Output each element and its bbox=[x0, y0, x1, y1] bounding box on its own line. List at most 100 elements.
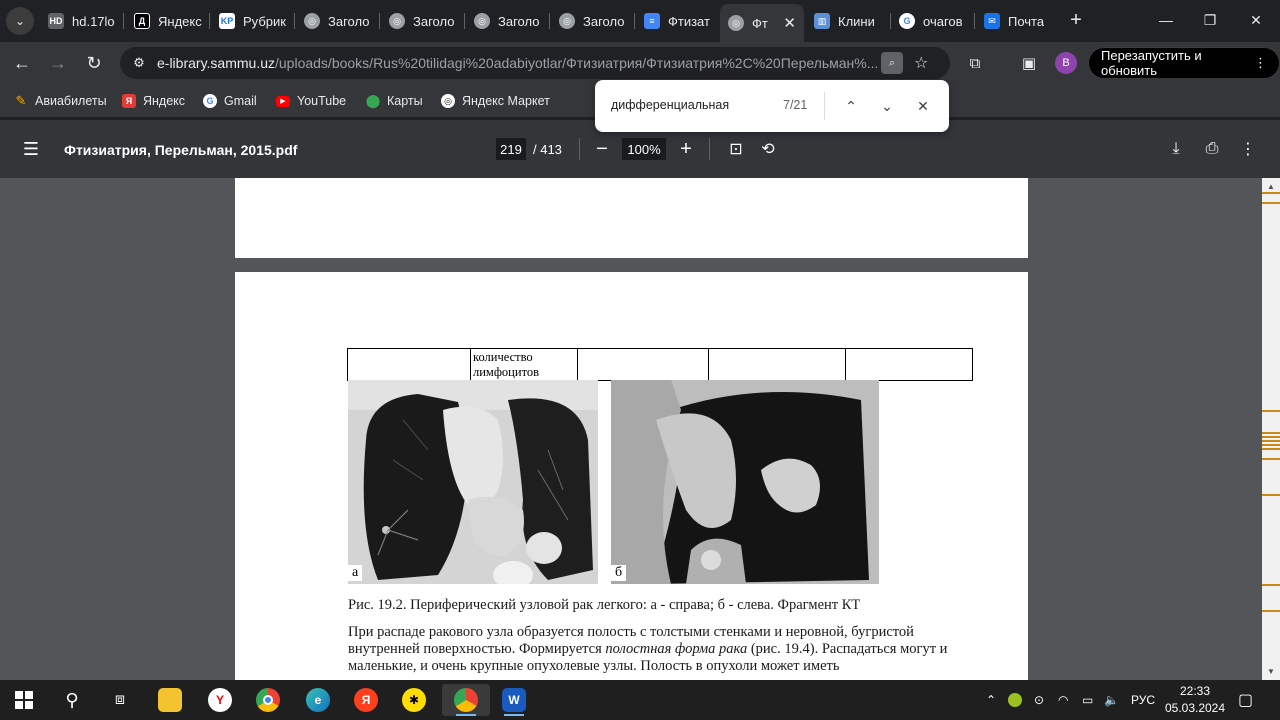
taskbar-yandex[interactable]: Я bbox=[346, 684, 386, 716]
battery-icon[interactable]: ▭ bbox=[1082, 690, 1093, 710]
tab-4[interactable]: ◎ Заголо bbox=[389, 7, 457, 35]
taskbar-word[interactable]: W bbox=[494, 684, 534, 716]
yandex-browser-icon: Y bbox=[208, 688, 232, 712]
zoom-input[interactable]: 100% bbox=[622, 138, 666, 160]
bookmark-label: Карты bbox=[387, 94, 423, 108]
bookmark-gmail[interactable]: G Gmail bbox=[203, 92, 257, 110]
forward-button[interactable]: → bbox=[44, 49, 72, 77]
clock[interactable]: 22:33 05.03.2024 bbox=[1160, 683, 1230, 717]
find-match-count: 7/21 bbox=[783, 98, 808, 112]
book-icon: ▥ bbox=[814, 13, 830, 29]
tab-title: Заголо bbox=[413, 13, 455, 29]
task-view-icon: ⧈ bbox=[114, 691, 126, 708]
more-actions-icon[interactable]: ⋮ bbox=[1236, 137, 1260, 161]
tab-title: hd.17lo bbox=[72, 13, 115, 29]
restore-button[interactable]: ❐ bbox=[1196, 8, 1224, 32]
wifi-icon[interactable]: ◠ bbox=[1058, 690, 1068, 710]
taskbar-chrome[interactable] bbox=[248, 684, 288, 716]
tab-title: Рубрик bbox=[243, 13, 286, 29]
scroll-up-icon[interactable]: ▲ bbox=[1266, 181, 1276, 191]
tray-meet-icon[interactable]: ⊙ bbox=[1034, 690, 1044, 710]
tab-5[interactable]: ◎ Заголо bbox=[474, 7, 542, 35]
taskbar-app[interactable]: ✱ bbox=[394, 684, 434, 716]
new-tab-button[interactable]: + bbox=[1064, 8, 1088, 32]
find-input[interactable]: дифференциальная bbox=[611, 98, 729, 112]
tab-10[interactable]: G очагов bbox=[899, 7, 967, 35]
pdf-page: количество лимфоцитов а б Рис. 19.2. Пер… bbox=[235, 272, 1028, 680]
tray-overflow-icon[interactable]: ⌃ bbox=[986, 690, 996, 710]
url-host: e-library.sammu.uz bbox=[157, 55, 275, 71]
notifications-icon[interactable]: ▢ bbox=[1238, 690, 1253, 710]
taskbar-yandex-browser[interactable]: Y bbox=[200, 684, 240, 716]
pdf-viewer[interactable]: количество лимфоцитов а б Рис. 19.2. Пер… bbox=[0, 178, 1280, 680]
page-number-input[interactable]: 219 bbox=[496, 138, 526, 160]
find-previous-button[interactable]: ⌃ bbox=[839, 94, 863, 118]
print-icon[interactable]: ⎙ bbox=[1200, 137, 1224, 161]
relaunch-update-button[interactable]: Перезапустить и обновить ⋮ bbox=[1088, 47, 1280, 79]
back-button[interactable]: ← bbox=[8, 49, 36, 77]
fit-page-icon[interactable]: ⊡ bbox=[724, 137, 748, 161]
tab-0[interactable]: HD hd.17lo bbox=[48, 7, 116, 35]
body-paragraph: При распаде ракового узла образуется пол… bbox=[348, 624, 988, 675]
start-button[interactable] bbox=[4, 684, 44, 716]
tab-2[interactable]: KP Рубрик bbox=[219, 7, 287, 35]
download-icon[interactable]: ⤓ bbox=[1164, 137, 1188, 161]
volume-icon[interactable]: 🔈 bbox=[1104, 690, 1119, 710]
address-bar[interactable]: ⚙ e-library.sammu.uz/uploads/books/Rus%2… bbox=[120, 47, 950, 79]
map-pin-icon: ⬤ bbox=[365, 93, 381, 108]
vertical-scrollbar[interactable]: ▲ ▼ bbox=[1262, 178, 1280, 680]
bookmark-yandex[interactable]: Я Яндекс bbox=[122, 92, 185, 110]
close-tab-icon[interactable]: ✕ bbox=[783, 14, 796, 32]
find-in-page-icon[interactable]: ⌕ bbox=[881, 52, 903, 74]
scroll-down-icon[interactable]: ▼ bbox=[1266, 666, 1276, 676]
side-panel-icon[interactable]: ▣ bbox=[1018, 52, 1040, 74]
browser-toolbar: ← → ↻ ⚙ e-library.sammu.uz/uploads/books… bbox=[0, 42, 1280, 84]
menu-icon[interactable]: ☰ bbox=[20, 138, 42, 160]
taskbar-edge[interactable]: e bbox=[298, 684, 338, 716]
url-path: /uploads/books/Rus%20tilidagi%20adabiyot… bbox=[275, 55, 877, 71]
pdf-filename: Фтизиатрия, Перельман, 2015.pdf bbox=[64, 142, 298, 158]
site-info-icon[interactable]: ⚙ bbox=[130, 54, 148, 72]
search-button[interactable]: ⚲ bbox=[52, 684, 92, 716]
reload-button[interactable]: ↻ bbox=[80, 49, 108, 77]
extensions-icon[interactable]: ⧉ bbox=[964, 52, 986, 74]
close-window-button[interactable]: ✕ bbox=[1242, 8, 1270, 32]
taskbar-chrome-profile[interactable] bbox=[442, 684, 490, 716]
tab-11[interactable]: ✉ Почта bbox=[984, 7, 1052, 35]
bookmark-star-icon[interactable]: ☆ bbox=[914, 53, 928, 73]
find-next-button[interactable]: ⌄ bbox=[875, 94, 899, 118]
tab-9[interactable]: ▥ Клини bbox=[814, 7, 888, 35]
taskbar-explorer[interactable] bbox=[150, 684, 190, 716]
language-indicator[interactable]: РУС bbox=[1131, 690, 1155, 710]
tray-app-icon[interactable] bbox=[1008, 690, 1022, 710]
tab-strip: ⌄ HD hd.17lo Д Яндекс KP Рубрик ◎ Заголо… bbox=[0, 0, 1280, 42]
tab-3[interactable]: ◎ Заголо bbox=[304, 7, 372, 35]
minimize-button[interactable]: — bbox=[1152, 8, 1180, 32]
paragraph-italic-term: полостная форма рака bbox=[605, 641, 748, 657]
zoom-out-button[interactable]: − bbox=[590, 137, 614, 161]
rotate-icon[interactable]: ⟲ bbox=[756, 137, 780, 161]
bookmark-label: Яндекс bbox=[143, 94, 186, 108]
find-close-button[interactable]: ✕ bbox=[911, 94, 935, 118]
bookmark-maps[interactable]: ⬤ Карты bbox=[366, 92, 423, 110]
bookmark-aviabilety[interactable]: ✎ Авиабилеты bbox=[14, 92, 107, 110]
chrome-profile-icon bbox=[454, 688, 478, 712]
relaunch-label: Перезапустить и обновить bbox=[1101, 48, 1202, 78]
document-icon: ≡ bbox=[644, 13, 660, 29]
task-view-button[interactable]: ⧈ bbox=[100, 684, 140, 716]
globe-icon: ◎ bbox=[441, 94, 455, 108]
zoom-in-button[interactable]: + bbox=[674, 137, 698, 161]
tab-7[interactable]: ≡ Фтизат bbox=[644, 7, 712, 35]
table-cell bbox=[845, 348, 973, 381]
globe-icon: ◎ bbox=[389, 13, 405, 29]
bookmark-youtube[interactable]: ▶ YouTube bbox=[276, 92, 346, 110]
bookmark-yandex-market[interactable]: ◎ Яндекс Маркет bbox=[441, 92, 550, 110]
tab-1[interactable]: Д Яндекс bbox=[134, 7, 202, 35]
tab-8-active[interactable]: ◎ Фт ✕ bbox=[720, 4, 804, 42]
app-icon: ✱ bbox=[402, 688, 426, 712]
profile-avatar[interactable]: В bbox=[1055, 52, 1077, 74]
tab-search-button[interactable]: ⌄ bbox=[6, 7, 34, 35]
tab-6[interactable]: ◎ Заголо bbox=[559, 7, 627, 35]
url-text[interactable]: e-library.sammu.uz/uploads/books/Rus%20t… bbox=[157, 55, 877, 71]
table-cell bbox=[577, 348, 709, 381]
